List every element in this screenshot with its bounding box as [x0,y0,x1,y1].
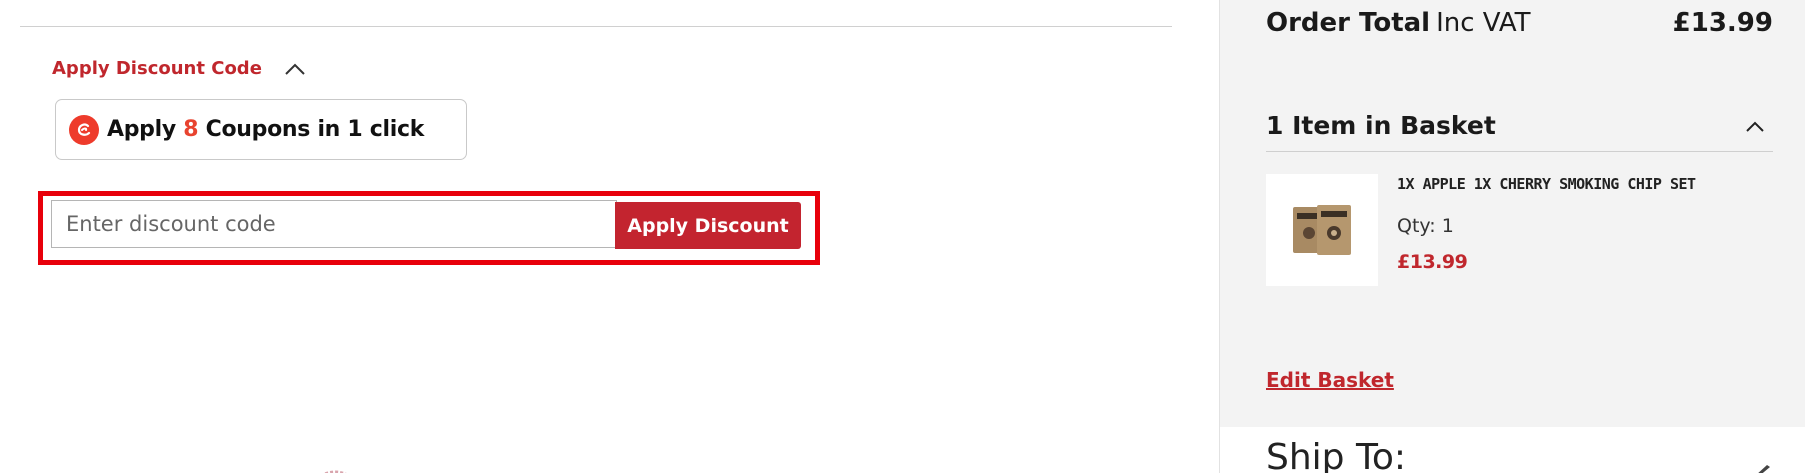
coupon-count: 8 [183,117,199,142]
edit-basket-link[interactable]: Edit Basket [1266,368,1394,392]
order-total-suffix: Inc VAT [1436,8,1531,38]
chevron-up-icon [1746,121,1764,132]
order-total-row: Order Total Inc VAT £13.99 [1266,8,1773,38]
apply-discount-label: Apply Discount Code [52,58,262,79]
apply-discount-button[interactable]: Apply Discount [615,202,801,249]
coupon-prefix: Apply [107,117,184,142]
checkout-main: Apply Discount Code Apply 8 Coupons in 1… [0,0,1220,473]
ship-to-heading: Ship To: [1266,437,1406,473]
apply-discount-toggle[interactable]: Apply Discount Code [52,58,306,79]
pencil-icon[interactable] [1752,463,1772,473]
order-total-value: £13.99 [1672,8,1773,38]
coupon-extension-banner[interactable]: Apply 8 Coupons in 1 click [55,99,467,160]
smoking-chip-bags-image [1293,205,1351,255]
partial-logo-graphic [323,470,347,473]
divider [20,26,1172,27]
coupon-brand-logo [69,114,99,145]
order-total-label: Order Total [1266,8,1431,38]
basket-item-name[interactable]: 1X APPLE 1X CHERRY SMOKING CHIP SET [1397,175,1696,193]
coupon-banner-text: Apply 8 Coupons in 1 click [107,117,424,142]
ship-to-section: Ship To: [1220,427,1805,473]
discount-code-input[interactable] [51,200,617,248]
product-thumbnail[interactable] [1266,174,1378,286]
chevron-up-icon [285,63,305,75]
order-total-label-group: Order Total Inc VAT [1266,8,1531,38]
basket-item-price: £13.99 [1397,251,1468,273]
coupon-suffix: Coupons in 1 click [198,117,425,142]
basket-items-toggle[interactable]: 1 Item in Basket [1266,100,1773,152]
order-summary-sidebar: Order Total Inc VAT £13.99 1 Item in Bask… [1219,0,1805,473]
basket-item-qty: Qty: 1 [1397,215,1454,237]
basket-heading: 1 Item in Basket [1266,111,1496,140]
